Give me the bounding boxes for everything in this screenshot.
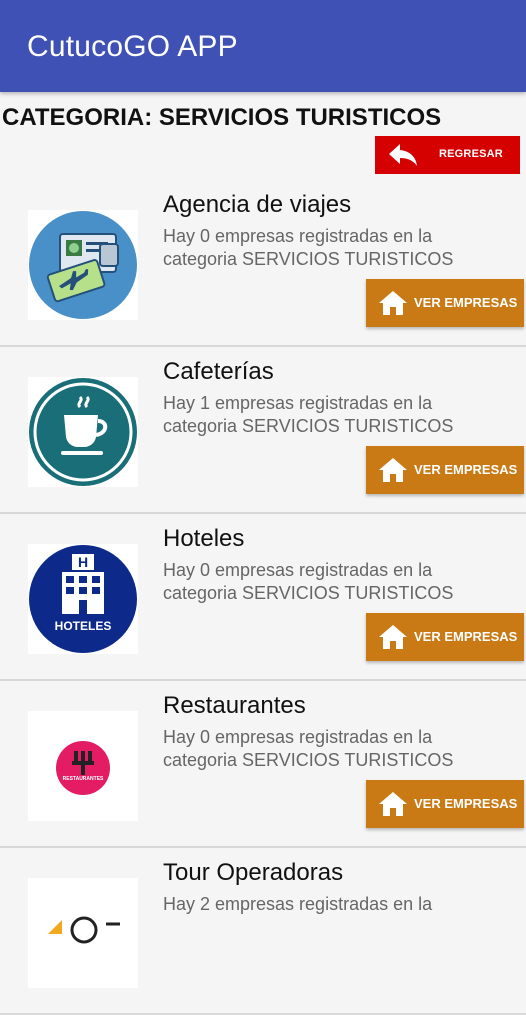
category-title: CATEGORIA: SERVICIOS TURISTICOS <box>2 104 442 131</box>
item-thumbnail: H HOTELES <box>28 544 138 654</box>
list-item: H HOTELES Hoteles Hay 0 empresas registr… <box>0 514 526 681</box>
item-description: Hay 0 empresas registradas en la categor… <box>163 727 454 770</box>
item-thumbnail <box>28 210 138 320</box>
item-description: Hay 0 empresas registradas en la categor… <box>163 560 454 603</box>
home-icon <box>379 291 407 315</box>
list-item: Tour Operadoras Hay 2 empresas registrad… <box>0 848 526 1015</box>
ver-empresas-button[interactable]: VER EMPRESAS <box>366 780 524 828</box>
list-item: Cafeterías Hay 1 empresas registradas en… <box>0 347 526 514</box>
restaurant-logo-icon <box>56 741 110 795</box>
restaurant-icon-text: RESTAURANTES <box>62 776 104 782</box>
travel-documents-icon <box>29 211 137 319</box>
ver-empresas-button[interactable]: VER EMPRESAS <box>366 446 524 494</box>
ver-empresas-button[interactable]: VER EMPRESAS <box>366 613 524 661</box>
hotel-icon-text: HOTELES <box>54 619 112 633</box>
tour-operator-icon <box>48 916 120 944</box>
item-thumbnail <box>28 377 138 487</box>
item-description: Hay 1 empresas registradas en la categor… <box>163 393 454 436</box>
item-thumbnail <box>28 878 138 988</box>
ver-empresas-label: VER EMPRESAS <box>414 629 518 644</box>
list-item: RESTAURANTES Restaurantes Hay 0 empresas… <box>0 681 526 848</box>
item-name: Hoteles <box>163 525 245 552</box>
item-description: Hay 2 empresas registradas en la <box>163 894 433 914</box>
svg-text:H: H <box>78 554 88 570</box>
item-name: Restaurantes <box>163 692 306 719</box>
home-icon <box>379 625 407 649</box>
hotel-building-icon: H <box>29 545 137 653</box>
item-thumbnail: RESTAURANTES <box>28 711 138 821</box>
home-icon <box>379 792 407 816</box>
home-icon <box>379 458 407 482</box>
back-button[interactable]: REGRESAR <box>375 136 520 174</box>
app-bar: CutucoGO APP <box>0 0 526 92</box>
item-name: Tour Operadoras <box>163 859 344 886</box>
coffee-cup-icon <box>29 378 137 486</box>
ver-empresas-label: VER EMPRESAS <box>414 796 518 811</box>
ver-empresas-label: VER EMPRESAS <box>414 295 518 310</box>
reply-arrow-icon <box>389 144 417 166</box>
item-name: Agencia de viajes <box>163 191 352 218</box>
list-item: Agencia de viajes Hay 0 empresas registr… <box>0 180 526 347</box>
item-description: Hay 0 empresas registradas en la categor… <box>163 226 454 269</box>
app-title: CutucoGO APP <box>27 30 238 63</box>
ver-empresas-label: VER EMPRESAS <box>414 462 518 477</box>
back-button-label: REGRESAR <box>439 148 503 160</box>
item-name: Cafeterías <box>163 358 274 385</box>
ver-empresas-button[interactable]: VER EMPRESAS <box>366 279 524 327</box>
